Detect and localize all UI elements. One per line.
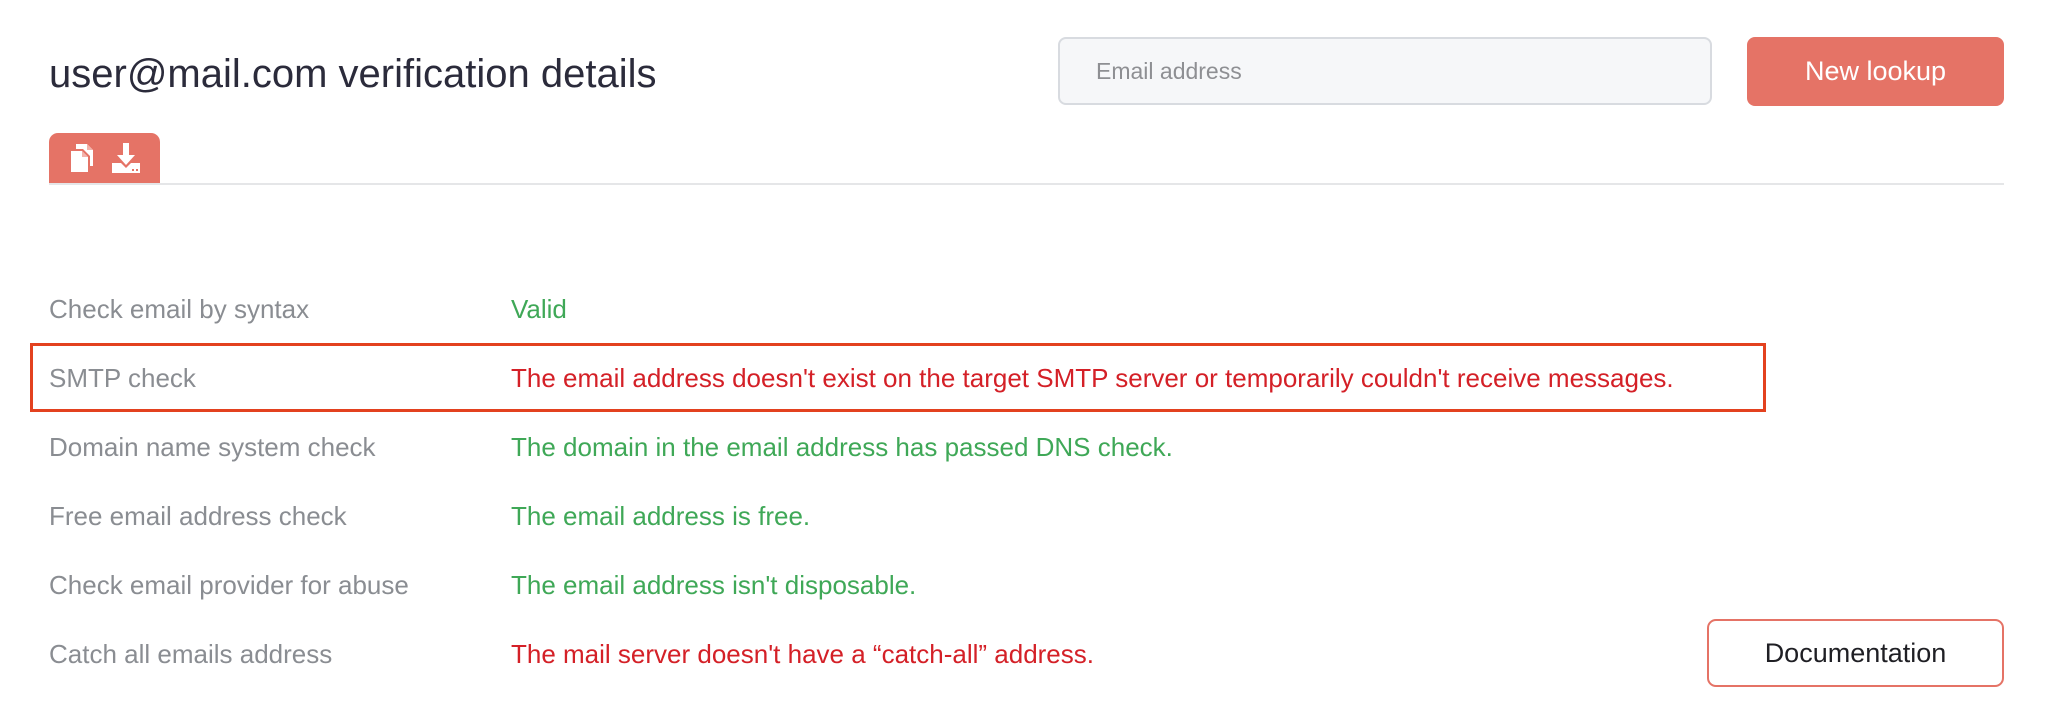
result-row-syntax: Check email by syntax Valid xyxy=(0,275,2048,344)
result-value: The mail server doesn't have a “catch-al… xyxy=(511,639,1094,669)
result-label: Domain name system check xyxy=(49,432,376,462)
result-value: The domain in the email address has pass… xyxy=(511,432,1173,462)
result-row-free-email: Free email address check The email addre… xyxy=(0,482,2048,551)
smtp-highlight-box xyxy=(30,343,1766,412)
result-value: The email address isn't disposable. xyxy=(511,570,917,600)
result-row-abuse: Check email provider for abuse The email… xyxy=(0,551,2048,620)
result-value: Valid xyxy=(511,294,567,324)
documentation-button[interactable]: Documentation xyxy=(1707,619,2004,687)
result-label: Check email provider for abuse xyxy=(49,570,409,600)
result-label: Free email address check xyxy=(49,501,347,531)
result-row-dns: Domain name system check The domain in t… xyxy=(0,413,2048,482)
result-label: Catch all emails address xyxy=(49,639,333,669)
result-value: The email address is free. xyxy=(511,501,811,531)
result-label: Check email by syntax xyxy=(49,294,310,324)
